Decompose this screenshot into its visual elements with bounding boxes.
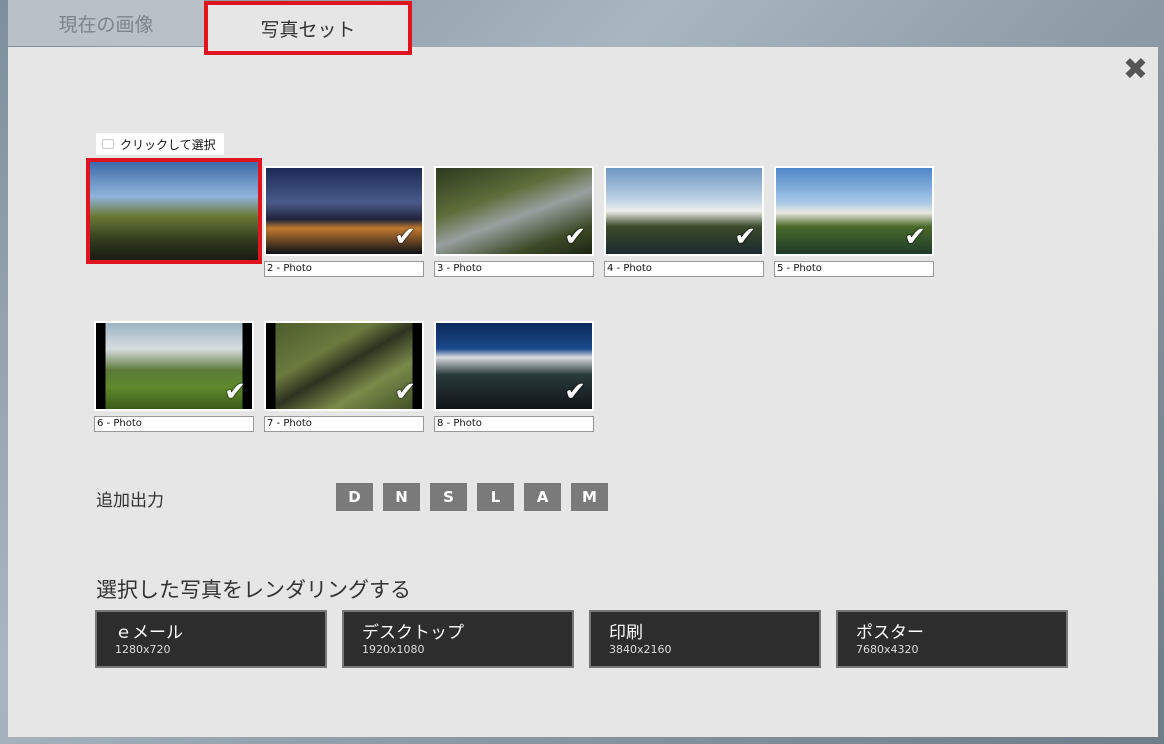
render-print-button[interactable]: 印刷 3840x2160 xyxy=(589,610,821,668)
checkmark-icon: ✔ xyxy=(564,377,586,407)
render-section-title: 選択した写真をレンダリングする xyxy=(96,578,411,602)
extra-output-n-button[interactable]: N xyxy=(383,483,420,511)
photo-label: 4 - Photo xyxy=(604,261,764,277)
photo-thumbnail-1[interactable] xyxy=(86,158,262,264)
extra-output-label: 追加出力 xyxy=(96,491,164,511)
photo-thumbnail-5[interactable]: ✔ xyxy=(774,166,934,256)
checkmark-icon: ✔ xyxy=(394,377,416,407)
render-button-size: 1920x1080 xyxy=(362,643,425,656)
hint-icon xyxy=(102,139,114,149)
tab-current-image[interactable]: 現在の画像 xyxy=(8,0,204,46)
photo-thumbnail-7[interactable]: ✔ xyxy=(264,321,424,411)
extra-output-d-button[interactable]: D xyxy=(336,483,373,511)
render-button-name: ポスター xyxy=(856,623,924,643)
extra-output-l-button[interactable]: L xyxy=(477,483,514,511)
click-to-select-hint: クリックして選択 xyxy=(96,133,224,155)
render-button-name: ｅメール xyxy=(115,623,183,643)
photo-set-panel: ✖ クリックして選択 ✔ 2 - Photo ✔ 3 - Photo ✔ 4 -… xyxy=(8,47,1158,737)
extra-output-s-button[interactable]: S xyxy=(430,483,467,511)
render-button-size: 3840x2160 xyxy=(609,643,672,656)
photo-label: 7 - Photo xyxy=(264,416,424,432)
photo-image xyxy=(90,162,258,260)
hint-text: クリックして選択 xyxy=(120,137,216,152)
photo-thumbnail-3[interactable]: ✔ xyxy=(434,166,594,256)
photo-label: 5 - Photo xyxy=(774,261,934,277)
render-button-name: 印刷 xyxy=(609,623,643,643)
render-button-size: 7680x4320 xyxy=(856,643,919,656)
photo-thumbnail-8[interactable]: ✔ xyxy=(434,321,594,411)
checkmark-icon: ✔ xyxy=(734,222,756,252)
render-email-button[interactable]: ｅメール 1280x720 xyxy=(95,610,327,668)
checkmark-icon: ✔ xyxy=(904,222,926,252)
photo-thumbnail-4[interactable]: ✔ xyxy=(604,166,764,256)
photo-label: 8 - Photo xyxy=(434,416,594,432)
photo-label: 6 - Photo xyxy=(94,416,254,432)
close-icon[interactable]: ✖ xyxy=(1123,55,1148,85)
checkmark-icon: ✔ xyxy=(564,222,586,252)
photo-thumbnail-6[interactable]: ✔ xyxy=(94,321,254,411)
photo-label: 3 - Photo xyxy=(434,261,594,277)
render-button-size: 1280x720 xyxy=(115,643,171,656)
photo-thumbnail-2[interactable]: ✔ xyxy=(264,166,424,256)
extra-output-a-button[interactable]: A xyxy=(524,483,561,511)
render-desktop-button[interactable]: デスクトップ 1920x1080 xyxy=(342,610,574,668)
photo-label: 2 - Photo xyxy=(264,261,424,277)
render-button-name: デスクトップ xyxy=(362,623,464,643)
tab-photo-set[interactable]: 写真セット xyxy=(204,1,412,55)
checkmark-icon: ✔ xyxy=(394,222,416,252)
render-poster-button[interactable]: ポスター 7680x4320 xyxy=(836,610,1068,668)
extra-output-m-button[interactable]: M xyxy=(571,483,608,511)
checkmark-icon: ✔ xyxy=(224,377,246,407)
